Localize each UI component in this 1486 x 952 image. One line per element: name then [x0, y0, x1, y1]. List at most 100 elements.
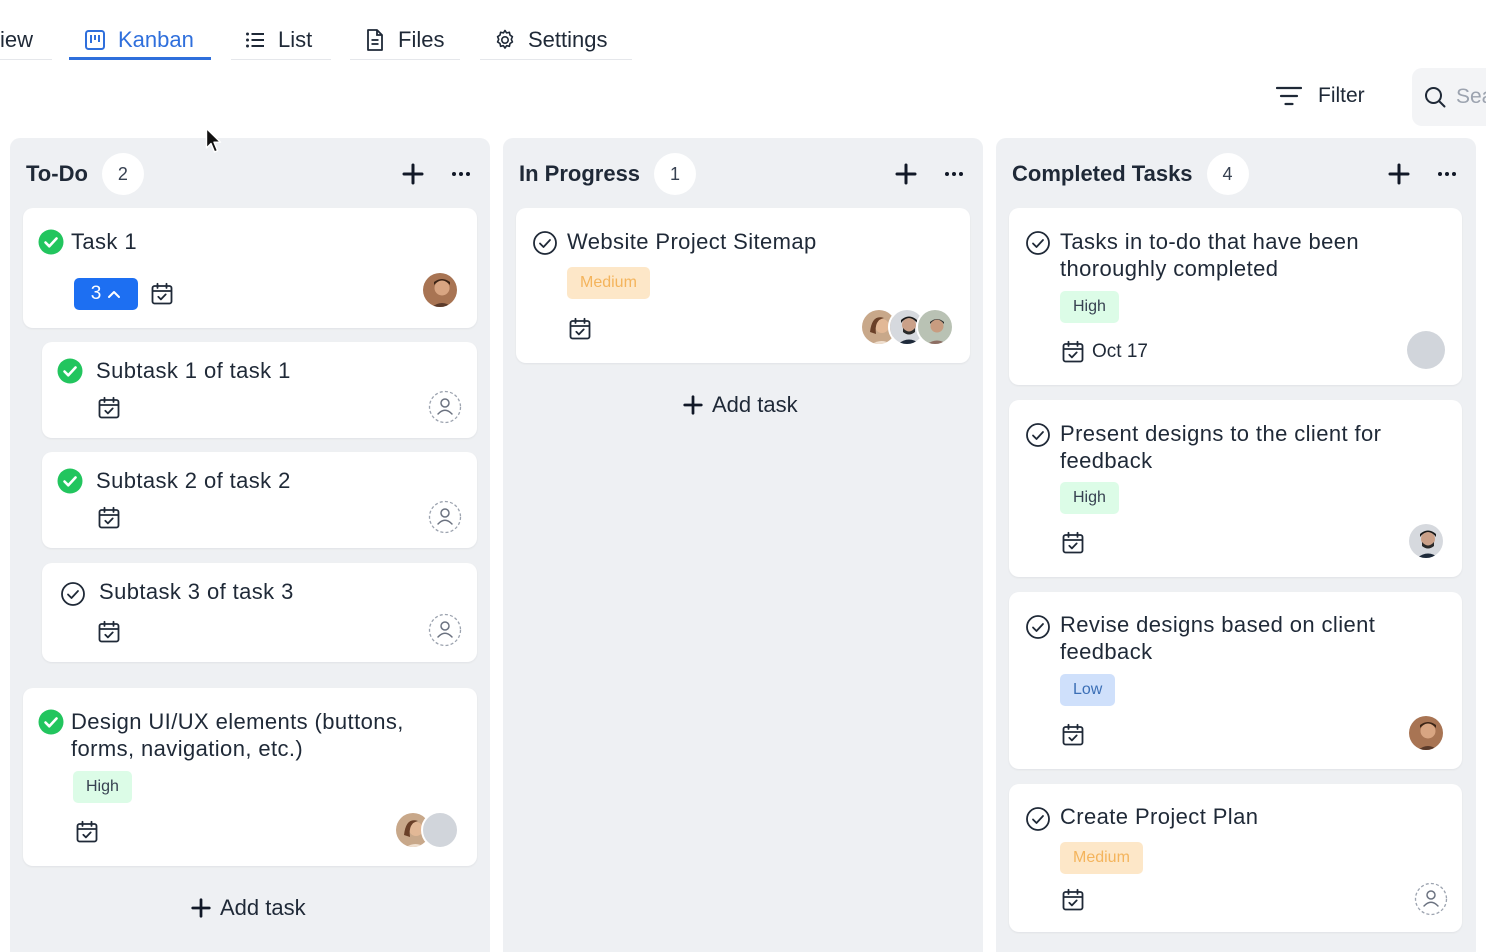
- task-card[interactable]: Create Project Plan Medium: [1009, 784, 1462, 932]
- avatar[interactable]: [1407, 714, 1445, 752]
- column-menu-button[interactable]: [448, 161, 474, 187]
- subtask-card[interactable]: Subtask 3 of task 3: [42, 563, 477, 662]
- add-task-button[interactable]: Add task: [682, 392, 798, 418]
- view-tabs: iew Kanban List Files Settings: [0, 0, 700, 70]
- task-title: Revise designs based on client feedback: [1060, 612, 1376, 664]
- column-todo: To-Do 2 Task 1 3 Subtask 1 of task 1 Sub…: [10, 138, 490, 952]
- calendar-icon[interactable]: [97, 620, 121, 644]
- task-card[interactable]: Tasks in to-do that have been thoroughly…: [1009, 208, 1462, 385]
- calendar-icon[interactable]: [1061, 340, 1085, 364]
- task-card[interactable]: Website Project Sitemap Medium: [516, 208, 970, 363]
- tab-divider: [480, 59, 632, 60]
- priority-badge[interactable]: Medium: [1060, 842, 1143, 874]
- filter-button[interactable]: Filter: [1276, 78, 1365, 114]
- check-circle-icon[interactable]: [1025, 230, 1051, 256]
- add-card-button[interactable]: [400, 161, 426, 187]
- subtask-toggle-button[interactable]: 3: [74, 278, 138, 310]
- column-menu-button[interactable]: [941, 161, 967, 187]
- avatar[interactable]: [1407, 331, 1445, 369]
- calendar-icon[interactable]: [568, 317, 592, 341]
- add-task-button[interactable]: Add task: [190, 895, 306, 921]
- column-count-badge: 2: [101, 153, 144, 195]
- calendar-icon[interactable]: [97, 506, 121, 530]
- calendar-icon[interactable]: [1061, 531, 1085, 555]
- task-title: Website Project Sitemap: [567, 229, 817, 254]
- completed-check-icon[interactable]: [57, 358, 83, 384]
- search-box[interactable]: [1412, 68, 1486, 126]
- calendar-icon[interactable]: [75, 820, 99, 844]
- task-title: Design UI/UX elements (buttons, forms, n…: [71, 709, 404, 761]
- column-menu-button[interactable]: [1434, 161, 1460, 187]
- due-date: Oct 17: [1092, 341, 1148, 362]
- calendar-icon[interactable]: [1061, 723, 1085, 747]
- unassigned-user-icon[interactable]: [428, 500, 462, 534]
- check-circle-icon[interactable]: [1025, 806, 1051, 832]
- priority-badge[interactable]: High: [73, 771, 132, 803]
- task-title: Subtask 1 of task 1: [96, 358, 291, 383]
- avatar[interactable]: [421, 811, 459, 849]
- file-icon: [362, 27, 388, 53]
- column-count-badge: 1: [654, 153, 697, 195]
- more-horizontal-icon: [1435, 162, 1459, 186]
- tab-overview[interactable]: iew: [0, 20, 33, 60]
- calendar-icon[interactable]: [97, 396, 121, 420]
- tab-divider: [231, 59, 331, 60]
- filter-icon: [1276, 86, 1302, 106]
- tab-settings[interactable]: Settings: [492, 20, 608, 60]
- completed-check-icon[interactable]: [38, 229, 64, 255]
- completed-check-icon[interactable]: [57, 468, 83, 494]
- plus-icon: [190, 897, 212, 919]
- task-title: Tasks in to-do that have been thoroughly…: [1060, 229, 1360, 281]
- kanban-icon: [82, 27, 108, 53]
- check-circle-icon[interactable]: [60, 581, 86, 607]
- check-circle-icon[interactable]: [1025, 614, 1051, 640]
- column-header: Completed Tasks 4: [1012, 152, 1460, 196]
- add-task-label: Add task: [220, 895, 306, 920]
- calendar-icon[interactable]: [150, 282, 174, 306]
- column-title: To-Do: [26, 161, 88, 186]
- add-card-button[interactable]: [893, 161, 919, 187]
- tab-files[interactable]: Files: [362, 20, 444, 60]
- unassigned-user-icon[interactable]: [428, 390, 462, 424]
- task-card[interactable]: Revise designs based on client feedback …: [1009, 592, 1462, 769]
- plus-icon: [1387, 162, 1411, 186]
- more-horizontal-icon: [449, 162, 473, 186]
- check-circle-icon[interactable]: [532, 230, 558, 256]
- search-input[interactable]: [1456, 85, 1486, 109]
- task-title: Subtask 3 of task 3: [99, 579, 294, 604]
- task-title: Task 1: [71, 229, 137, 254]
- add-card-button[interactable]: [1386, 161, 1412, 187]
- column-header: In Progress 1: [519, 152, 967, 196]
- column-completed: Completed Tasks 4 Tasks in to-do that ha…: [996, 138, 1476, 952]
- gear-icon: [492, 27, 518, 53]
- column-header: To-Do 2: [26, 152, 474, 196]
- tab-kanban[interactable]: Kanban: [82, 20, 194, 60]
- unassigned-user-icon[interactable]: [1414, 882, 1448, 916]
- tab-label: Files: [398, 27, 445, 52]
- chevron-up-icon: [108, 291, 121, 298]
- priority-badge[interactable]: Medium: [567, 267, 650, 299]
- completed-check-icon[interactable]: [38, 709, 64, 735]
- avatar[interactable]: [421, 271, 459, 309]
- avatar[interactable]: [916, 308, 954, 346]
- task-card[interactable]: Present designs to the client for feedba…: [1009, 400, 1462, 577]
- subtask-card[interactable]: Subtask 2 of task 2: [42, 452, 477, 548]
- check-circle-icon[interactable]: [1025, 422, 1051, 448]
- tab-label: Settings: [528, 27, 608, 52]
- priority-badge[interactable]: Low: [1060, 674, 1116, 706]
- task-card[interactable]: Task 1 3: [23, 208, 477, 328]
- task-card[interactable]: Design UI/UX elements (buttons, forms, n…: [23, 688, 477, 866]
- calendar-icon[interactable]: [1061, 888, 1085, 912]
- more-horizontal-icon: [942, 162, 966, 186]
- unassigned-user-icon[interactable]: [428, 613, 462, 647]
- column-in-progress: In Progress 1 Website Project Sitemap Me…: [503, 138, 983, 952]
- subtask-card[interactable]: Subtask 1 of task 1: [42, 342, 477, 438]
- priority-badge[interactable]: High: [1060, 482, 1119, 514]
- list-icon: [242, 27, 268, 53]
- plus-icon: [401, 162, 425, 186]
- active-tab-indicator: [69, 57, 211, 60]
- tab-list[interactable]: List: [242, 20, 312, 60]
- avatar[interactable]: [1407, 522, 1445, 560]
- priority-badge[interactable]: High: [1060, 291, 1119, 323]
- filter-label: Filter: [1318, 84, 1365, 107]
